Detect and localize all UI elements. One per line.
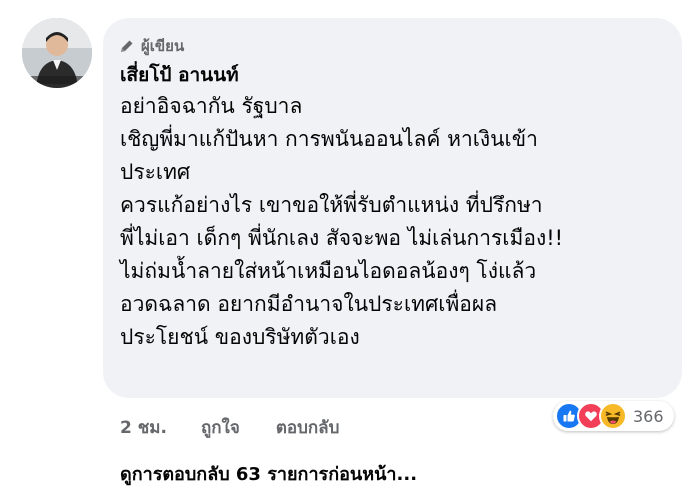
comment-line: ประโยชน์ ของบริษัทตัวเอง (120, 325, 360, 349)
comment-line: อวดฉลาด อยากมีอำนาจในประเทศเพื่อผล (120, 292, 498, 316)
reaction-count: 366 (633, 406, 664, 426)
haha-icon (599, 402, 627, 430)
comment-timestamp[interactable]: 2 ชม. (120, 414, 167, 441)
reactions-summary[interactable]: 366 (553, 401, 674, 431)
comment-body: อย่าอิจฉากัน รัฐบาล เชิญพี่มาแก้ปันหา กา… (120, 90, 563, 354)
like-button[interactable]: ถูกใจ (201, 414, 240, 441)
author-role-label: ผู้เขียน (141, 37, 185, 55)
comment-line: อย่าอิจฉากัน รัฐบาล (120, 94, 303, 118)
author-role-badge: ผู้เขียน (120, 34, 184, 58)
comment-actions: 2 ชม. ถูกใจ ตอบกลับ (120, 414, 339, 441)
reply-button[interactable]: ตอบกลับ (276, 414, 340, 441)
comment-line: ประเทศ (120, 160, 191, 184)
comment-line: ไม่ถ่มน้ำลายใส่หน้าเหมือนไอดอลน้องๆ โง่แ… (120, 259, 537, 283)
pen-icon (120, 39, 134, 53)
author-name[interactable]: เสี่ยโป้ อานนท์ (120, 60, 239, 90)
comment-line: พี่ไม่เอา เด็กๆ พี่นักเลง สัจจะพอ ไม่เล่… (120, 226, 564, 250)
comment-line: เชิญพี่มาแก้ปันหา การพนันออนไลค์ หาเงินเ… (120, 127, 538, 151)
avatar[interactable] (22, 18, 92, 88)
comment-line: ควรแก้อย่างไร เขาขอให้พี่รับตำแหน่ง ที่ป… (120, 193, 543, 217)
view-previous-replies-link[interactable]: ดูการตอบกลับ 63 รายการก่อนหน้า... (120, 459, 417, 488)
